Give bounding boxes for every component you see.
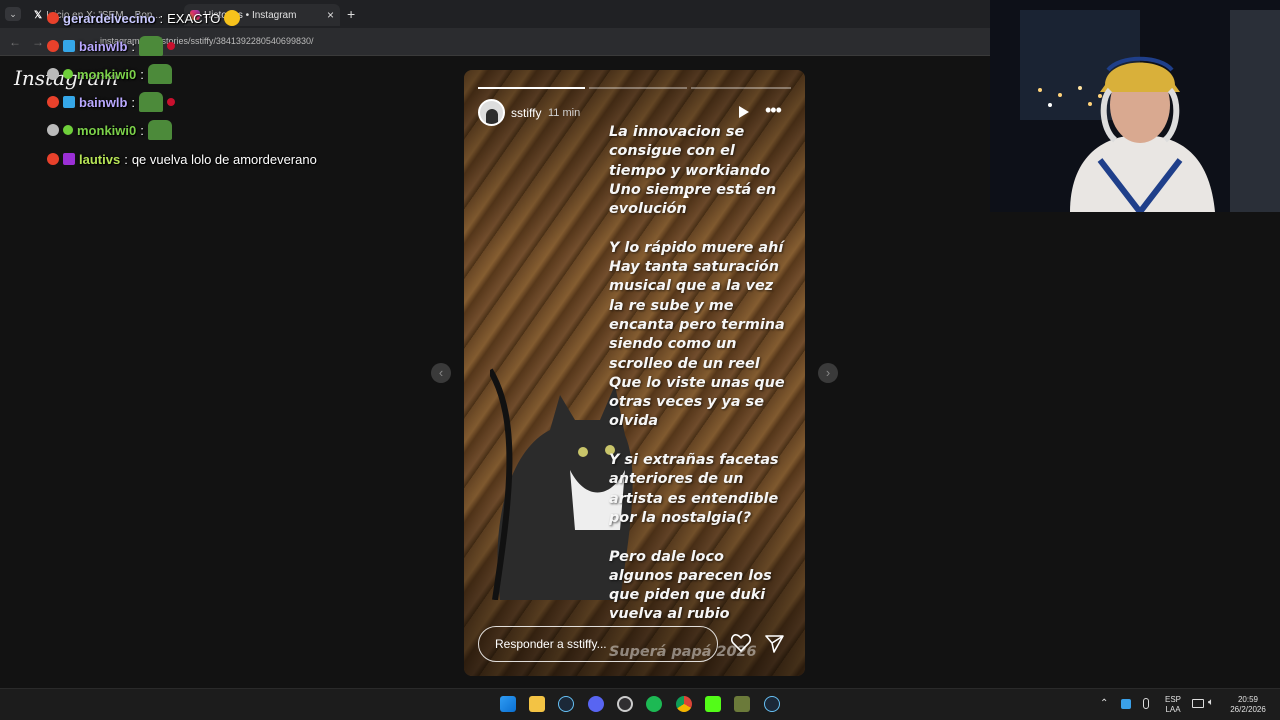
send-icon[interactable] <box>765 635 784 653</box>
mic-emote-icon <box>167 42 176 50</box>
new-tab-button[interactable]: + <box>347 6 355 22</box>
badge-icon <box>47 153 59 165</box>
lang-top: ESP <box>1164 695 1181 704</box>
volume-icon[interactable]: 🔈︎ <box>1208 697 1214 708</box>
chat-username: monkiwi0 <box>77 66 137 82</box>
chat-message: bainwlb: <box>47 92 176 112</box>
streamlabs-icon[interactable] <box>705 696 721 712</box>
pepe-emote-icon <box>139 92 164 112</box>
chrome-icon[interactable] <box>676 696 692 712</box>
tray-mic-icon[interactable] <box>1143 698 1149 709</box>
story-time: 11 min <box>548 107 581 119</box>
badge-icon <box>47 96 59 108</box>
leaf-badge-icon <box>63 69 73 79</box>
obs-icon[interactable] <box>617 696 633 712</box>
cube-badge-icon <box>63 96 75 108</box>
webcam-scene <box>990 0 1280 212</box>
discord-icon[interactable] <box>588 696 604 712</box>
pepe-emote-icon <box>147 120 172 140</box>
windows-start-icon[interactable] <box>500 696 516 712</box>
chat-message: monkiwi0: <box>47 120 172 140</box>
forward-arrow-icon[interactable]: → <box>32 35 44 49</box>
story-progress-3 <box>691 87 791 89</box>
story-username[interactable]: sstiffy <box>511 106 541 120</box>
file-explorer-icon[interactable] <box>529 696 545 712</box>
heart-icon[interactable] <box>731 634 751 652</box>
chat-username: bainwlb <box>79 38 128 54</box>
game-launcher-icon[interactable] <box>734 696 750 712</box>
avatar-figure-icon <box>485 109 498 124</box>
webcam-feed <box>990 0 1280 212</box>
chat-username: lautivs <box>79 151 121 167</box>
tray-shield-icon[interactable] <box>1121 699 1131 709</box>
network-icon[interactable] <box>1192 699 1204 708</box>
chat-message: lautivs: qe vuelva lolo de amordeverano <box>47 149 317 169</box>
play-icon[interactable] <box>738 105 750 119</box>
clock-date: 26/2/2026 <box>1230 705 1266 714</box>
story-progress-2 <box>589 87 687 89</box>
back-arrow-icon[interactable]: ← <box>9 35 21 49</box>
steam-icon-2[interactable] <box>764 696 780 712</box>
next-story-button[interactable]: › <box>818 363 838 383</box>
sub-badge-icon <box>63 153 75 165</box>
mouse-cursor: ▲ <box>681 190 691 201</box>
badge-icon <box>47 68 59 80</box>
leaf-badge-icon <box>63 125 73 135</box>
clock-time: 20:59 <box>1237 695 1259 704</box>
chat-username: gerardelvecino <box>63 10 156 26</box>
more-options-icon[interactable]: ••• <box>765 100 782 121</box>
story-text: La innovacion se consigue con el tiempo … <box>609 124 785 623</box>
cube-badge-icon <box>63 40 75 52</box>
chat-username: monkiwi0 <box>77 122 137 138</box>
chat-message: gerardelvecino: EXACTO <box>47 8 241 28</box>
chat-text: EXACTO <box>167 10 221 26</box>
chat-message: monkiwi0: <box>47 64 172 84</box>
emoji-icon <box>224 10 241 26</box>
windows-taskbar <box>0 688 1280 720</box>
reply-input[interactable]: Responder a sstiffy... <box>478 626 718 662</box>
story-avatar[interactable] <box>478 99 505 126</box>
lang-bottom: LAA <box>1165 705 1181 714</box>
x-logo-icon: 𝕏 <box>34 9 43 21</box>
chat-text: qe vuelva lolo de amordeverano <box>131 151 317 167</box>
clock[interactable]: 20:59 26/2/2026 <box>1226 695 1270 715</box>
badge-icon <box>47 124 59 136</box>
mic-emote-icon <box>167 98 176 106</box>
spotify-icon[interactable] <box>646 696 662 712</box>
previous-story-button[interactable]: ‹ <box>431 363 451 383</box>
badge-icon <box>47 40 59 52</box>
language-indicator[interactable]: ESP LAA <box>1162 695 1184 715</box>
pepe-emote-icon <box>147 64 172 84</box>
story-progress-1 <box>478 87 585 89</box>
chat-username: bainwlb <box>79 94 128 110</box>
badge-icon <box>47 12 59 24</box>
tray-chevron-up-icon[interactable]: ⌃ <box>1100 698 1108 709</box>
steam-icon[interactable] <box>558 696 574 712</box>
pepe-emote-icon <box>139 36 164 56</box>
tab-close-icon[interactable]: × <box>327 8 334 22</box>
progress-fill <box>478 87 585 89</box>
chat-message: bainwlb: <box>47 36 176 56</box>
tab-search-chevron-icon[interactable]: ⌄ <box>5 7 21 21</box>
